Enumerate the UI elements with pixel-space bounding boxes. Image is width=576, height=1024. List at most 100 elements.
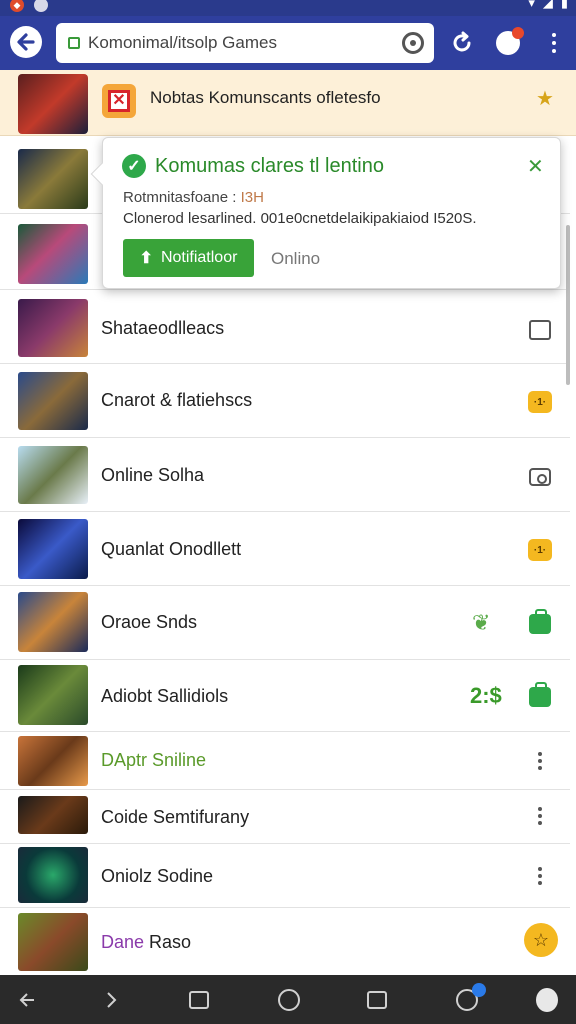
list-item-label: Oraoe Snds <box>101 612 198 632</box>
list-item[interactable]: Online Solha <box>0 438 570 512</box>
url-text: Komonimal/itsolp Games <box>88 33 277 52</box>
back-button[interactable] <box>10 26 42 58</box>
game-thumbnail <box>18 446 88 504</box>
game-thumbnail <box>18 299 88 357</box>
game-thumbnail <box>18 913 88 971</box>
list-item[interactable]: Dane Raso ☆ <box>0 908 570 974</box>
list-item-label: Oniolz Sodine <box>101 866 214 886</box>
popup-body: Clonerod lesarlined. 001e0cnetdelaikipak… <box>123 210 477 227</box>
banner-thumbnail <box>18 74 88 134</box>
arrow-left-icon <box>19 993 34 1007</box>
chevron-right-icon <box>107 992 117 1008</box>
game-thumbnail <box>18 372 88 430</box>
game-thumbnail <box>18 224 88 284</box>
price-text: 2:$ <box>470 683 502 708</box>
bottom-navigation <box>0 975 576 1024</box>
scrollbar[interactable] <box>566 225 570 385</box>
banner-star-icon[interactable]: ★ <box>536 86 554 111</box>
tabs-icon <box>189 991 209 1009</box>
lock-icon <box>68 37 80 49</box>
list-item[interactable]: Oraoe Snds ❦ <box>0 586 570 660</box>
nav-history-button[interactable] <box>454 983 486 1013</box>
banner-badge-icon: ✕ <box>102 84 136 118</box>
status-bar: ◆ ▾ ◢ ▮ <box>0 0 576 16</box>
list-item-label: Shataeodlleacs <box>101 318 225 338</box>
nav-extension-button[interactable] <box>534 987 560 1013</box>
bag-icon[interactable] <box>528 682 552 709</box>
popup-subtitle-tag: I3H <box>240 189 264 206</box>
list-item-label: Adiobt Sallidiols <box>101 686 229 706</box>
bookmark-square-icon[interactable] <box>528 318 552 342</box>
signal-icon: ◢ <box>542 0 553 10</box>
browser-toolbar: Komonimal/itsolp Games <box>0 16 576 70</box>
check-circle-icon: ✓ <box>122 154 146 178</box>
nav-home-button[interactable] <box>276 987 302 1013</box>
notification-icon: ◆ <box>10 0 24 12</box>
address-bar[interactable]: Komonimal/itsolp Games <box>56 23 434 63</box>
list-item-label: Cnarot & flatiehscs <box>101 390 253 410</box>
list-item-label-part2: Raso <box>149 932 192 952</box>
list-item-label: Quanlat Onodllett <box>101 539 242 559</box>
online-link[interactable]: Onlino <box>271 249 320 269</box>
nav-tabs-button[interactable] <box>186 987 212 1013</box>
bug-icon <box>536 988 558 1012</box>
leaf-icon: ❦ <box>472 610 491 635</box>
battery-icon: ▮ <box>560 0 568 10</box>
list-item[interactable]: DAptr Sniline <box>0 732 570 790</box>
notify-button[interactable]: ⬆ Notifiatloor <box>123 239 254 277</box>
arrow-left-icon <box>17 33 35 51</box>
list-item[interactable]: Quanlat Onodllett ·1· <box>0 512 570 586</box>
camera-icon[interactable] <box>528 465 552 489</box>
kebab-icon[interactable] <box>528 749 552 773</box>
game-thumbnail <box>18 847 88 903</box>
list-item[interactable]: Adiobt Sallidiols 2:$ <box>0 660 570 732</box>
popup-subtitle-text: Rotmnitasfoane : <box>123 189 237 206</box>
kebab-icon[interactable] <box>528 804 552 828</box>
clock-icon <box>456 983 486 1011</box>
list-item-label: DAptr Sniline <box>101 750 207 770</box>
wifi-icon: ▾ <box>528 0 535 10</box>
list-item-label: Dane Raso <box>101 932 191 953</box>
banner-text: Nobtas Komunscants ofletesfo <box>150 88 381 107</box>
list-item[interactable]: Coide Semtifurany <box>0 790 570 844</box>
game-thumbnail <box>18 519 88 579</box>
profile-button[interactable] <box>494 27 524 57</box>
game-thumbnail <box>18 736 88 786</box>
status-left: ◆ <box>10 0 48 16</box>
game-thumbnail <box>18 665 88 725</box>
circle-icon <box>278 989 300 1011</box>
refresh-button[interactable] <box>448 29 476 57</box>
ticket-icon[interactable]: ·1· <box>528 390 552 414</box>
list-item[interactable]: Oniolz Sodine <box>0 844 570 908</box>
nav-forward-button[interactable] <box>98 987 124 1013</box>
game-thumbnail <box>18 592 88 652</box>
share-icon <box>367 991 387 1009</box>
nav-share-button[interactable] <box>364 987 390 1013</box>
list-item[interactable]: Cnarot & flatiehscs ·1· <box>0 364 570 438</box>
refresh-icon <box>453 31 471 52</box>
game-thumbnail <box>18 149 88 209</box>
list-item-label: Coide Semtifurany <box>101 807 250 827</box>
notify-button-label: Notifiatloor <box>160 249 238 266</box>
nav-back-button[interactable] <box>14 987 40 1013</box>
kebab-menu-icon <box>552 33 556 53</box>
list-item[interactable]: Shataeodlleacs <box>0 290 570 364</box>
bag-icon[interactable] <box>528 609 552 636</box>
popup-subtitle: Rotmnitasfoane : I3H <box>123 189 264 206</box>
reader-mode-icon[interactable] <box>402 32 424 54</box>
game-thumbnail <box>18 796 88 834</box>
star-button[interactable]: ☆ <box>524 923 558 957</box>
close-icon[interactable]: ✕ <box>527 154 544 179</box>
star-icon: ☆ <box>524 923 558 957</box>
status-right: ▾ ◢ ▮ <box>528 0 568 11</box>
ticket-icon[interactable]: ·1· <box>528 538 552 562</box>
notification-popup: ✓ Komumas clares tl lentino ✕ Rotmnitasf… <box>90 137 561 289</box>
notification-icon-2 <box>34 0 48 12</box>
list-item-label: Online Solha <box>101 465 205 485</box>
popup-title: Komumas clares tl lentino <box>155 155 384 177</box>
kebab-icon[interactable] <box>528 864 552 888</box>
arrow-up-icon: ⬆ <box>139 250 153 267</box>
overflow-menu-button[interactable] <box>540 29 568 57</box>
list-item-label-part1: Dane <box>101 932 145 952</box>
profile-avatar-icon <box>496 27 524 55</box>
